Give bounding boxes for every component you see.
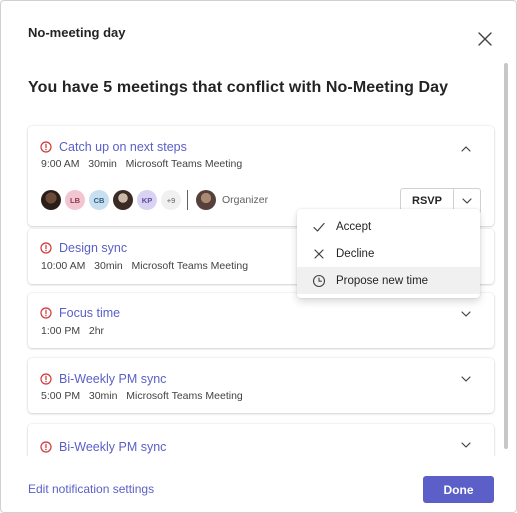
meeting-title[interactable]: Bi-Weekly PM sync [59, 372, 166, 386]
meeting-time: 9:00 AM [41, 158, 80, 170]
more-attendees-badge[interactable]: +9 [161, 190, 181, 210]
warning-icon [40, 141, 52, 153]
menu-item-label: Propose new time [336, 274, 429, 287]
scrollbar[interactable] [504, 63, 508, 449]
meeting-details: 10:00 AM 30min Microsoft Teams Meeting [41, 260, 248, 272]
meeting-location: Microsoft Teams Meeting [126, 390, 243, 402]
avatar[interactable] [113, 190, 133, 210]
meeting-title[interactable]: Focus time [59, 306, 120, 320]
meeting-time: 10:00 AM [41, 260, 86, 272]
meeting-duration: 30min [88, 390, 118, 402]
dialog-title: No-meeting day [28, 25, 126, 40]
meeting-details: 1:00 PM 2hr [41, 325, 104, 337]
meeting-card[interactable]: Bi-Weekly PM sync [28, 424, 494, 456]
meeting-title[interactable]: Catch up on next steps [59, 140, 187, 154]
meeting-time: 5:00 PM [41, 390, 81, 402]
meeting-duration: 30min [88, 158, 117, 170]
warning-icon [40, 441, 52, 453]
chevron-down-icon[interactable] [460, 439, 472, 451]
avatar[interactable]: LB [65, 190, 85, 210]
x-icon [314, 248, 324, 259]
menu-item-label: Decline [336, 247, 375, 260]
close-icon[interactable] [475, 29, 495, 49]
divider [187, 190, 188, 210]
warning-icon [40, 242, 52, 254]
conflict-heading: You have 5 meetings that conflict with N… [28, 79, 449, 96]
menu-item-decline[interactable]: Decline [297, 240, 480, 267]
chevron-up-icon[interactable] [460, 143, 472, 155]
avatar[interactable]: CB [89, 190, 109, 210]
clock-icon [312, 274, 326, 287]
meeting-details: 9:00 AM 30min Microsoft Teams Meeting [41, 158, 242, 170]
meeting-title-row: Catch up on next steps [40, 140, 187, 154]
avatar[interactable]: KP [137, 190, 157, 210]
meeting-card[interactable]: Focus time 1:00 PM 2hr [28, 293, 494, 348]
meeting-title-row: Bi-Weekly PM sync [40, 440, 166, 454]
conflict-dialog: No-meeting day You have 5 meetings that … [0, 0, 517, 513]
menu-item-accept[interactable]: Accept [297, 213, 480, 240]
chevron-down-icon[interactable] [460, 308, 472, 320]
menu-item-label: Accept [336, 220, 372, 233]
meeting-location: Microsoft Teams Meeting [131, 260, 249, 272]
rsvp-menu: Accept Decline Propose new time [297, 209, 480, 298]
meeting-details: 5:00 PM 30min Microsoft Teams Meeting [41, 390, 243, 402]
meeting-time: 1:00 PM [41, 325, 81, 337]
done-button[interactable]: Done [423, 476, 494, 503]
check-icon [313, 222, 325, 232]
meeting-card[interactable]: Bi-Weekly PM sync 5:00 PM 30min Microsof… [28, 358, 494, 413]
meeting-title[interactable]: Design sync [59, 241, 127, 255]
warning-icon [40, 307, 52, 319]
organizer-avatar[interactable] [196, 190, 216, 210]
meeting-title[interactable]: Bi-Weekly PM sync [59, 440, 166, 454]
meeting-location: Microsoft Teams Meeting [125, 158, 243, 170]
chevron-down-icon [462, 198, 472, 204]
chevron-down-icon[interactable] [460, 373, 472, 385]
meeting-duration: 30min [94, 260, 123, 272]
meeting-duration: 2hr [88, 325, 105, 337]
menu-item-propose-new-time[interactable]: Propose new time [297, 267, 480, 294]
meeting-title-row: Design sync [40, 241, 127, 255]
edit-notification-settings-link[interactable]: Edit notification settings [28, 482, 154, 496]
meeting-title-row: Bi-Weekly PM sync [40, 372, 166, 386]
avatar[interactable] [41, 190, 61, 210]
warning-icon [40, 373, 52, 385]
organizer-label: Organizer [222, 194, 269, 206]
attendee-list: LB CB KP +9 Organizer [41, 190, 268, 210]
meeting-title-row: Focus time [40, 306, 120, 320]
